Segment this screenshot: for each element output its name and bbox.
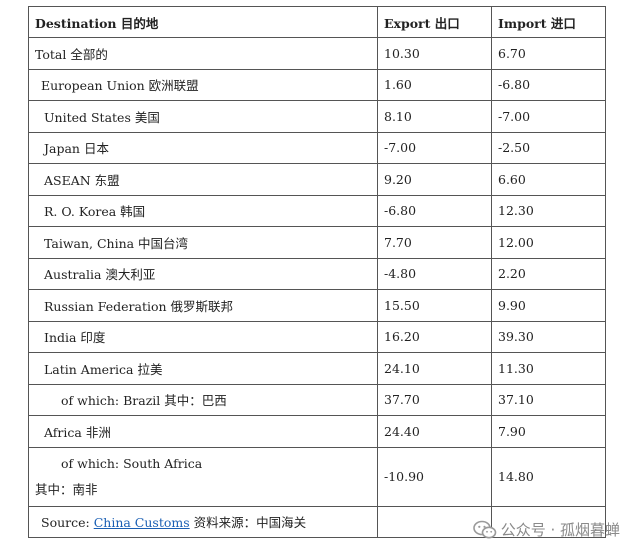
import-value: 12.30 <box>491 194 606 227</box>
row-label: R. O. Korea 韩国 <box>28 194 378 227</box>
row-label: of which: South Africa 其中：南非 <box>28 446 378 507</box>
table-row: Total 全部的 10.30 6.70 <box>28 37 606 70</box>
wechat-icon <box>472 520 496 538</box>
import-value: -6.80 <box>491 68 606 101</box>
import-value: 11.30 <box>491 352 606 385</box>
table-row: Taiwan, China 中国台湾 7.70 12.00 <box>28 226 606 259</box>
row-label-en: of which: South Africa <box>61 455 203 471</box>
import-value: 6.60 <box>491 163 606 196</box>
row-label: Africa 非洲 <box>28 415 378 448</box>
import-value: 12.00 <box>491 226 606 259</box>
table-row: Russian Federation 俄罗斯联邦 15.50 9.90 <box>28 289 606 322</box>
source-prefix: Source: <box>41 515 94 530</box>
header-import: Import 进口 <box>491 6 606 38</box>
row-label: of which: Brazil 其中：巴西 <box>28 383 378 416</box>
row-label: Taiwan, China 中国台湾 <box>28 226 378 259</box>
import-value: 37.10 <box>491 383 606 416</box>
table-row: Australia 澳大利亚 -4.80 2.20 <box>28 257 606 290</box>
table-row: India 印度 16.20 39.30 <box>28 320 606 353</box>
table-row: of which: Brazil 其中：巴西 37.70 37.10 <box>28 383 606 416</box>
export-value: 10.30 <box>377 37 492 70</box>
header-export: Export 出口 <box>377 6 492 38</box>
import-value: 9.90 <box>491 289 606 322</box>
import-value: -2.50 <box>491 131 606 164</box>
import-value: 7.90 <box>491 415 606 448</box>
row-label: Latin America 拉美 <box>28 352 378 385</box>
table-row: Latin America 拉美 24.10 11.30 <box>28 352 606 385</box>
source-note: Source: China Customs 资料来源：中国海关 <box>28 505 378 538</box>
row-label: United States 美国 <box>28 100 378 133</box>
export-value: 16.20 <box>377 320 492 353</box>
row-label: Japan 日本 <box>28 131 378 164</box>
watermark-text: 公众号 · 孤烟暮蝉 <box>500 521 620 539</box>
source-suffix: 资料来源：中国海关 <box>189 515 307 530</box>
table-row: Africa 非洲 24.40 7.90 <box>28 415 606 448</box>
trade-table: Destination 目的地 Export 出口 Import 进口 Tota… <box>28 6 606 538</box>
table-row: ASEAN 东盟 9.20 6.60 <box>28 163 606 196</box>
row-label-zh: 其中：南非 <box>35 481 98 497</box>
row-label: Total 全部的 <box>28 37 378 70</box>
export-value: -7.00 <box>377 131 492 164</box>
row-label: European Union 欧洲联盟 <box>28 68 378 101</box>
export-value: 9.20 <box>377 163 492 196</box>
export-value: 15.50 <box>377 289 492 322</box>
row-label: Australia 澳大利亚 <box>28 257 378 290</box>
watermark: 公众号 · 孤烟暮蝉 <box>472 519 620 540</box>
import-value: 6.70 <box>491 37 606 70</box>
export-value: -4.80 <box>377 257 492 290</box>
table-row: R. O. Korea 韩国 -6.80 12.30 <box>28 194 606 227</box>
row-label: Russian Federation 俄罗斯联邦 <box>28 289 378 322</box>
export-value: -6.80 <box>377 194 492 227</box>
import-value: 2.20 <box>491 257 606 290</box>
import-value: 39.30 <box>491 320 606 353</box>
export-value: 37.70 <box>377 383 492 416</box>
export-value: 8.10 <box>377 100 492 133</box>
export-value: 1.60 <box>377 68 492 101</box>
export-value: 7.70 <box>377 226 492 259</box>
import-value: -7.00 <box>491 100 606 133</box>
export-value: 24.10 <box>377 352 492 385</box>
source-link[interactable]: China Customs <box>94 515 190 530</box>
table-row-south-africa: of which: South Africa 其中：南非 -10.90 14.8… <box>28 446 606 507</box>
table-row: European Union 欧洲联盟 1.60 -6.80 <box>28 68 606 101</box>
header-destination: Destination 目的地 <box>28 6 378 38</box>
import-value: 14.80 <box>491 446 606 507</box>
table-row: United States 美国 8.10 -7.00 <box>28 100 606 133</box>
export-value: 24.40 <box>377 415 492 448</box>
row-label: India 印度 <box>28 320 378 353</box>
row-label: ASEAN 东盟 <box>28 163 378 196</box>
export-value: -10.90 <box>377 446 492 507</box>
table-row: Japan 日本 -7.00 -2.50 <box>28 131 606 164</box>
